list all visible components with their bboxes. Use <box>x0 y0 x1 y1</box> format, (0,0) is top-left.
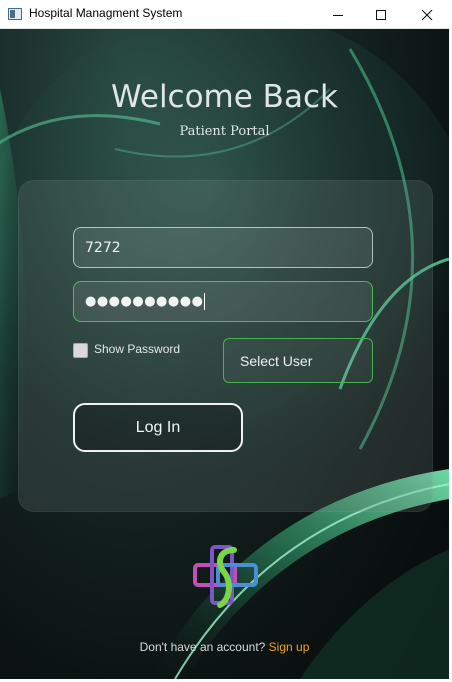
minimize-icon <box>333 14 343 16</box>
maximize-icon <box>376 9 386 20</box>
login-button[interactable]: Log In <box>73 403 243 452</box>
show-password-label: Show Password <box>94 342 181 356</box>
close-icon <box>421 9 433 20</box>
select-user-label: Select User <box>240 352 313 369</box>
maximize-button[interactable] <box>358 0 404 29</box>
medical-cross-logo-icon <box>193 545 258 608</box>
window-title: Hospital Managment System <box>29 6 183 20</box>
username-value: 7272 <box>85 239 121 256</box>
username-field[interactable]: 7272 <box>73 227 373 268</box>
close-button[interactable] <box>404 0 450 29</box>
password-value: ●●●●●●●●●● <box>85 294 204 309</box>
signup-question: Don't have an account? <box>139 640 266 654</box>
title-bar: Hospital Managment System <box>0 0 452 29</box>
minimize-button[interactable] <box>315 0 361 29</box>
page-subtitle: Patient Portal <box>179 124 270 139</box>
signup-link[interactable]: Sign up <box>269 640 310 654</box>
signup-prompt: Don't have an account? Sign up <box>0 640 449 654</box>
app-window-icon <box>8 8 22 20</box>
show-password-checkbox[interactable] <box>73 343 88 358</box>
login-screen: Welcome Back Patient Portal 7272 ●●●●●●●… <box>0 29 449 679</box>
select-user-dropdown[interactable]: Select User <box>223 338 373 383</box>
page-title: Welcome Back <box>111 79 338 115</box>
login-button-label: Log In <box>135 418 181 436</box>
password-field[interactable]: ●●●●●●●●●● <box>73 281 373 322</box>
text-caret <box>204 293 206 310</box>
